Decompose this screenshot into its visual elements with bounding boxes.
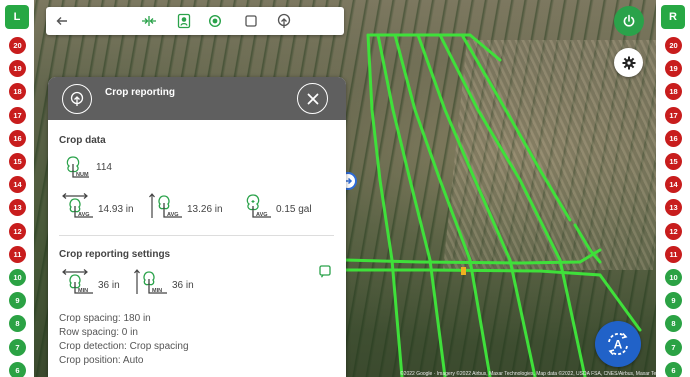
avg-row-spacing-value: 13.26 in — [187, 204, 223, 215]
right-section-13[interactable]: 13 — [665, 199, 682, 217]
right-section-10[interactable]: 10 — [665, 269, 682, 286]
left-section-12[interactable]: 12 — [9, 222, 26, 240]
left-section-10[interactable]: 10 — [9, 269, 26, 286]
crop-detection-setting: Crop detection: Crop spacing — [59, 341, 189, 352]
map-pin-icon — [177, 13, 191, 29]
power-icon — [623, 14, 635, 27]
left-section-9[interactable]: 9 — [9, 292, 26, 310]
min-crop-spacing-value: 36 in — [98, 280, 120, 291]
back-arrow-icon — [56, 17, 67, 25]
map-attribution: ©2022 Google · Imagery ©2022 Airbus, Max… — [400, 371, 662, 377]
close-icon — [307, 93, 318, 104]
close-button[interactable] — [297, 83, 328, 114]
min-row-spacing-icon: MIN — [134, 269, 167, 294]
swath-line — [460, 33, 572, 222]
right-section-7[interactable]: 7 — [665, 338, 682, 356]
left-section-7[interactable]: 7 — [9, 338, 26, 356]
num-subscript: NUM — [76, 172, 89, 178]
right-section-12[interactable]: 12 — [665, 222, 682, 240]
left-section-11[interactable]: 11 — [9, 245, 26, 263]
left-section-16[interactable]: 16 — [9, 129, 26, 147]
square-icon — [245, 15, 257, 27]
left-section-14[interactable]: 14 — [9, 176, 26, 194]
power-button[interactable] — [614, 6, 644, 36]
left-section-rail: L 20 19 18 17 16 15 14 13 12 11 10 9 8 7 6 — [0, 0, 34, 377]
panel-title: Crop reporting — [105, 87, 175, 98]
split-lines-icon — [142, 16, 156, 26]
min-crop-spacing-icon: MIN — [62, 269, 93, 294]
swath-line — [393, 33, 492, 377]
left-section-6[interactable]: 6 — [9, 361, 26, 377]
back-button[interactable] — [52, 11, 72, 31]
right-section-18[interactable]: 18 — [665, 83, 682, 101]
gear-icon — [622, 56, 635, 69]
min-subscript: MIN — [152, 288, 162, 294]
left-section-20[interactable]: 20 — [9, 37, 26, 54]
split-lines-button[interactable] — [139, 11, 159, 31]
map-toolbar — [46, 7, 344, 35]
crop-spacing-setting: Crop spacing: 180 in — [59, 313, 151, 324]
avg-volume-value: 0.15 gal — [276, 204, 312, 215]
right-section-11[interactable]: 11 — [665, 245, 682, 263]
upload-icon — [277, 13, 291, 28]
target-icon — [208, 14, 222, 28]
right-section-20[interactable]: 20 — [665, 37, 682, 54]
avg-row-spacing-icon: AVG — [149, 193, 182, 218]
avg-subscript: AVG — [256, 212, 268, 218]
right-section-16[interactable]: 16 — [665, 129, 682, 147]
map-pin-button[interactable] — [174, 11, 194, 31]
avg-crop-spacing-icon: AVG — [62, 193, 93, 218]
swath-line — [416, 33, 537, 377]
crop-report-icon-circle — [62, 84, 92, 114]
square-button[interactable] — [241, 11, 261, 31]
row-spacing-setting: Row spacing: 0 in — [59, 327, 138, 338]
headland-line — [343, 248, 602, 265]
implement-marker — [461, 267, 466, 275]
crop-position-setting: Crop position: Auto — [59, 355, 144, 366]
autosteer-icon: A — [608, 332, 628, 356]
field-boundary-line — [366, 33, 404, 377]
left-section-15[interactable]: 15 — [9, 153, 26, 170]
avg-subscript: AVG — [78, 212, 90, 218]
left-rail-label: L — [5, 5, 29, 29]
headland-line — [343, 268, 642, 332]
svg-text:A: A — [614, 338, 623, 352]
settings-button[interactable] — [614, 48, 643, 77]
target-button[interactable] — [205, 11, 225, 31]
crop-reporting-panel: Crop reporting Crop data NUM 114 AVG 14.… — [48, 77, 346, 377]
right-rail-label: R — [661, 5, 685, 29]
right-section-9[interactable]: 9 — [665, 292, 682, 310]
autosteer-button[interactable]: A — [595, 321, 641, 367]
panel-header: Crop reporting — [48, 77, 346, 120]
right-section-8[interactable]: 8 — [665, 315, 682, 333]
left-section-17[interactable]: 17 — [9, 106, 26, 124]
crop-count-value: 114 — [96, 162, 112, 173]
avg-volume-icon: AVG — [246, 194, 271, 218]
avg-crop-spacing-value: 14.93 in — [98, 204, 134, 215]
min-row-spacing-value: 36 in — [172, 280, 194, 291]
right-section-17[interactable]: 17 — [665, 106, 682, 124]
right-section-15[interactable]: 15 — [665, 153, 682, 170]
left-section-13[interactable]: 13 — [9, 199, 26, 217]
section-divider — [59, 235, 334, 236]
edit-icon — [319, 265, 331, 278]
edit-settings-button[interactable] — [318, 264, 334, 280]
field-boundary-line — [368, 33, 502, 62]
left-section-8[interactable]: 8 — [9, 315, 26, 333]
plant-count-icon: NUM — [66, 156, 89, 178]
right-section-19[interactable]: 19 — [665, 60, 682, 78]
left-section-18[interactable]: 18 — [9, 83, 26, 101]
min-subscript: MIN — [78, 288, 88, 294]
avg-subscript: AVG — [167, 212, 179, 218]
upload-icon — [70, 91, 84, 106]
left-section-19[interactable]: 19 — [9, 60, 26, 78]
settings-heading: Crop reporting settings — [59, 249, 171, 260]
right-section-rail: R 20 19 18 17 16 15 14 13 12 11 10 9 8 7 6 — [656, 0, 690, 377]
right-section-14[interactable]: 14 — [665, 176, 682, 194]
crop-data-heading: Crop data — [59, 135, 106, 146]
right-section-6[interactable]: 6 — [665, 361, 682, 377]
crop-report-button[interactable] — [274, 11, 294, 31]
